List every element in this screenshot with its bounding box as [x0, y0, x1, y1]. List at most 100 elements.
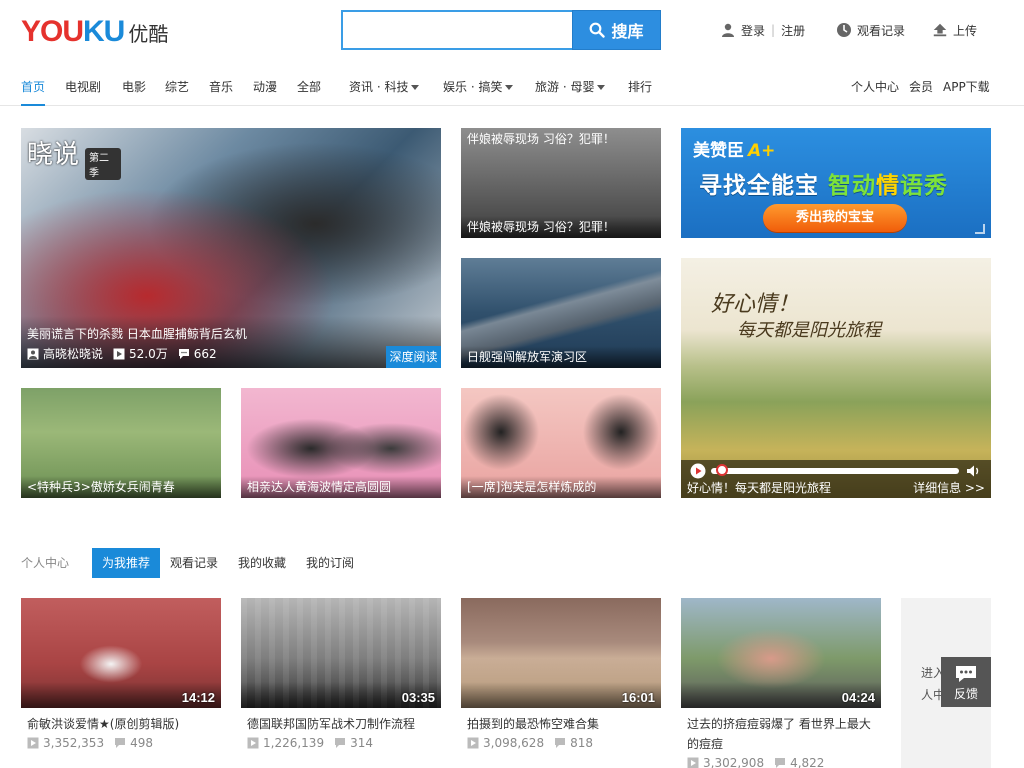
video-comments: 314 [350, 736, 373, 750]
ad-cta-button[interactable]: 秀出我的宝宝 [763, 204, 907, 232]
video-card[interactable]: 14:12 俞敏洪谈爱情★(原创剪辑版) 3,352,353 498 [21, 598, 221, 750]
video-card[interactable]: 03:35 德国联邦国防军战术刀制作流程 1,226,139 314 [241, 598, 441, 750]
ad-banner[interactable]: 美赞臣 A+ 寻找全能宝 智动情语秀 秀出我的宝宝 [681, 128, 991, 238]
comment-icon [774, 757, 786, 768]
video-comments: 818 [570, 736, 593, 750]
nav-movie[interactable]: 电影 [122, 62, 146, 106]
nav-home[interactable]: 首页 [21, 62, 46, 106]
feature-tile-2[interactable]: 日舰强闯解放军演习区 [461, 258, 661, 368]
video-thumbnail[interactable]: 14:12 [21, 598, 221, 708]
tab-recommend[interactable]: 为我推荐 [92, 548, 161, 578]
nav-ranking[interactable]: 排行 [628, 62, 652, 106]
nav-ent-fun[interactable]: 娱乐 · 搞笑 [443, 62, 514, 106]
player-handwriting-a: 好心情！ [711, 292, 800, 317]
show-badge: 晓说 第二季 [21, 128, 121, 184]
play-count-icon [247, 737, 259, 749]
tile-1-caption: 伴娘被辱现场 习俗？犯罪！ [461, 216, 661, 238]
volume-button[interactable] [965, 463, 983, 479]
ad-brand-name: 美赞臣 [693, 141, 744, 161]
upload-link[interactable]: 上传 [932, 20, 977, 40]
search-button-label: 搜库 [611, 22, 644, 41]
login-link[interactable]: 登录 [741, 22, 765, 39]
history-link[interactable]: 观看记录 [836, 20, 905, 40]
upload-icon [932, 22, 948, 38]
search-box [341, 10, 572, 50]
search-input[interactable] [343, 12, 572, 48]
video-duration: 04:24 [841, 690, 875, 705]
nav-ent-fun-label: 娱乐 · 搞笑 [443, 80, 503, 94]
video-card[interactable]: 16:01 拍摄到的最恐怖空难合集 3,098,628 818 [461, 598, 661, 750]
video-meta: 1,226,139 314 [241, 736, 441, 750]
search-button[interactable]: 搜库 [572, 10, 661, 50]
tile-1-top-title: 伴娘被辱现场 习俗？犯罪！ [467, 132, 615, 146]
nav-vip[interactable]: 会员 [909, 62, 933, 106]
clock-icon [836, 22, 852, 38]
user-icon [27, 348, 39, 360]
video-plays: 3,098,628 [483, 736, 545, 750]
deep-read-tag[interactable]: 深度阅读 [386, 346, 441, 368]
nav-all[interactable]: 全部 [297, 62, 321, 106]
history-label: 观看记录 [857, 23, 906, 38]
nav-news-tech[interactable]: 资讯 · 科技 [349, 62, 420, 106]
tab-subscriptions[interactable]: 我的订阅 [306, 548, 354, 578]
video-meta: 3,302,908 4,822 [681, 756, 881, 768]
nav-app-download[interactable]: APP下载 [943, 62, 990, 106]
chevron-down-icon [597, 85, 606, 90]
player-tile[interactable]: 好心情！ 每天都是阳光旅程 好心情！每天都是阳光旅程 详细信息 >> [681, 258, 991, 498]
ad-slogan-b: 智动 [828, 173, 877, 199]
tile-5-caption: [一席]泡芙是怎样炼成的 [461, 476, 661, 498]
section-tabs: 个人中心 为我推荐 观看记录 我的收藏 我的订阅 [0, 548, 1024, 578]
feature-tile-1[interactable]: 伴娘被辱现场 习俗？犯罪！ 伴娘被辱现场 习俗？犯罪！ [461, 128, 661, 238]
feature-tile-3[interactable]: <特种兵3>傲娇女兵闹青春 [21, 388, 221, 498]
nav-variety[interactable]: 综艺 [165, 62, 189, 106]
upload-label: 上传 [953, 23, 978, 38]
video-duration: 03:35 [401, 690, 435, 705]
video-thumbnail[interactable]: 03:35 [241, 598, 441, 708]
feature-main-author[interactable]: 高晓松晓说 [43, 345, 103, 362]
video-card[interactable]: 04:24 过去的挤痘痘弱爆了 看世界上最大的痘痘 3,302,908 4,82… [681, 598, 881, 768]
feature-main-tile[interactable]: 晓说 第二季 美丽谎言下的杀戮 日本血腥捕鲸背后玄机 高晓松晓说 52.0万 6… [21, 128, 441, 368]
header: YOUKU 优酷 搜库 登录 | 注册 观看记录 上传 [0, 0, 1024, 62]
tab-favorites[interactable]: 我的收藏 [238, 548, 286, 578]
volume-icon [967, 465, 979, 477]
nav-personal-center[interactable]: 个人中心 [851, 62, 899, 106]
comment-icon [114, 737, 126, 749]
ad-slogan-d: 语秀 [900, 173, 949, 199]
season-tag: 第二季 [85, 148, 121, 180]
video-title[interactable]: 过去的挤痘痘弱爆了 看世界上最大的痘痘 [681, 714, 881, 754]
progress-track[interactable] [711, 468, 959, 474]
nav-tv[interactable]: 电视剧 [65, 62, 101, 106]
play-icon [113, 348, 125, 360]
player-details-link[interactable]: 详细信息 >> [913, 479, 985, 496]
register-link[interactable]: 注册 [781, 22, 805, 39]
youku-logo[interactable]: YOUKU 优酷 [21, 14, 168, 50]
video-title[interactable]: 俞敏洪谈爱情★(原创剪辑版) [21, 714, 221, 734]
feedback-button[interactable]: 反馈 [941, 657, 991, 707]
nav-music[interactable]: 音乐 [209, 62, 233, 106]
video-title[interactable]: 德国联邦国防军战术刀制作流程 [241, 714, 441, 734]
tab-history[interactable]: 观看记录 [170, 548, 218, 578]
video-thumbnail[interactable]: 16:01 [461, 598, 661, 708]
play-count-icon [27, 737, 39, 749]
ad-slogan-a: 寻找全能宝 [699, 173, 819, 199]
nav-anime[interactable]: 动漫 [253, 62, 277, 106]
video-meta: 3,098,628 818 [461, 736, 661, 750]
feature-tile-4[interactable]: 相亲达人黄海波情定高圆圆 [241, 388, 441, 498]
corner-icon [975, 224, 985, 234]
video-thumbnail[interactable]: 04:24 [681, 598, 881, 708]
play-button[interactable] [689, 463, 707, 479]
video-duration: 14:12 [181, 690, 215, 705]
comment-icon [554, 737, 566, 749]
nav-travel-baby[interactable]: 旅游 · 母婴 [535, 62, 606, 106]
feature-main-title: 美丽谎言下的杀戮 日本血腥捕鲸背后玄机 [27, 327, 247, 341]
logo-cn: 优酷 [128, 22, 169, 46]
progress-handle[interactable] [715, 464, 728, 476]
ad-slogan: 寻找全能宝 智动情语秀 [699, 166, 948, 200]
feature-tile-5[interactable]: [一席]泡芙是怎样炼成的 [461, 388, 661, 498]
chevron-down-icon [411, 85, 420, 90]
tile-4-caption: 相亲达人黄海波情定高圆圆 [241, 476, 441, 498]
chevron-down-icon [505, 85, 514, 90]
video-comments: 4,822 [790, 756, 825, 768]
main-nav: 首页 电视剧 电影 综艺 音乐 动漫 全部 资讯 · 科技 娱乐 · 搞笑 旅游… [0, 62, 1024, 106]
video-title[interactable]: 拍摄到的最恐怖空难合集 [461, 714, 661, 734]
